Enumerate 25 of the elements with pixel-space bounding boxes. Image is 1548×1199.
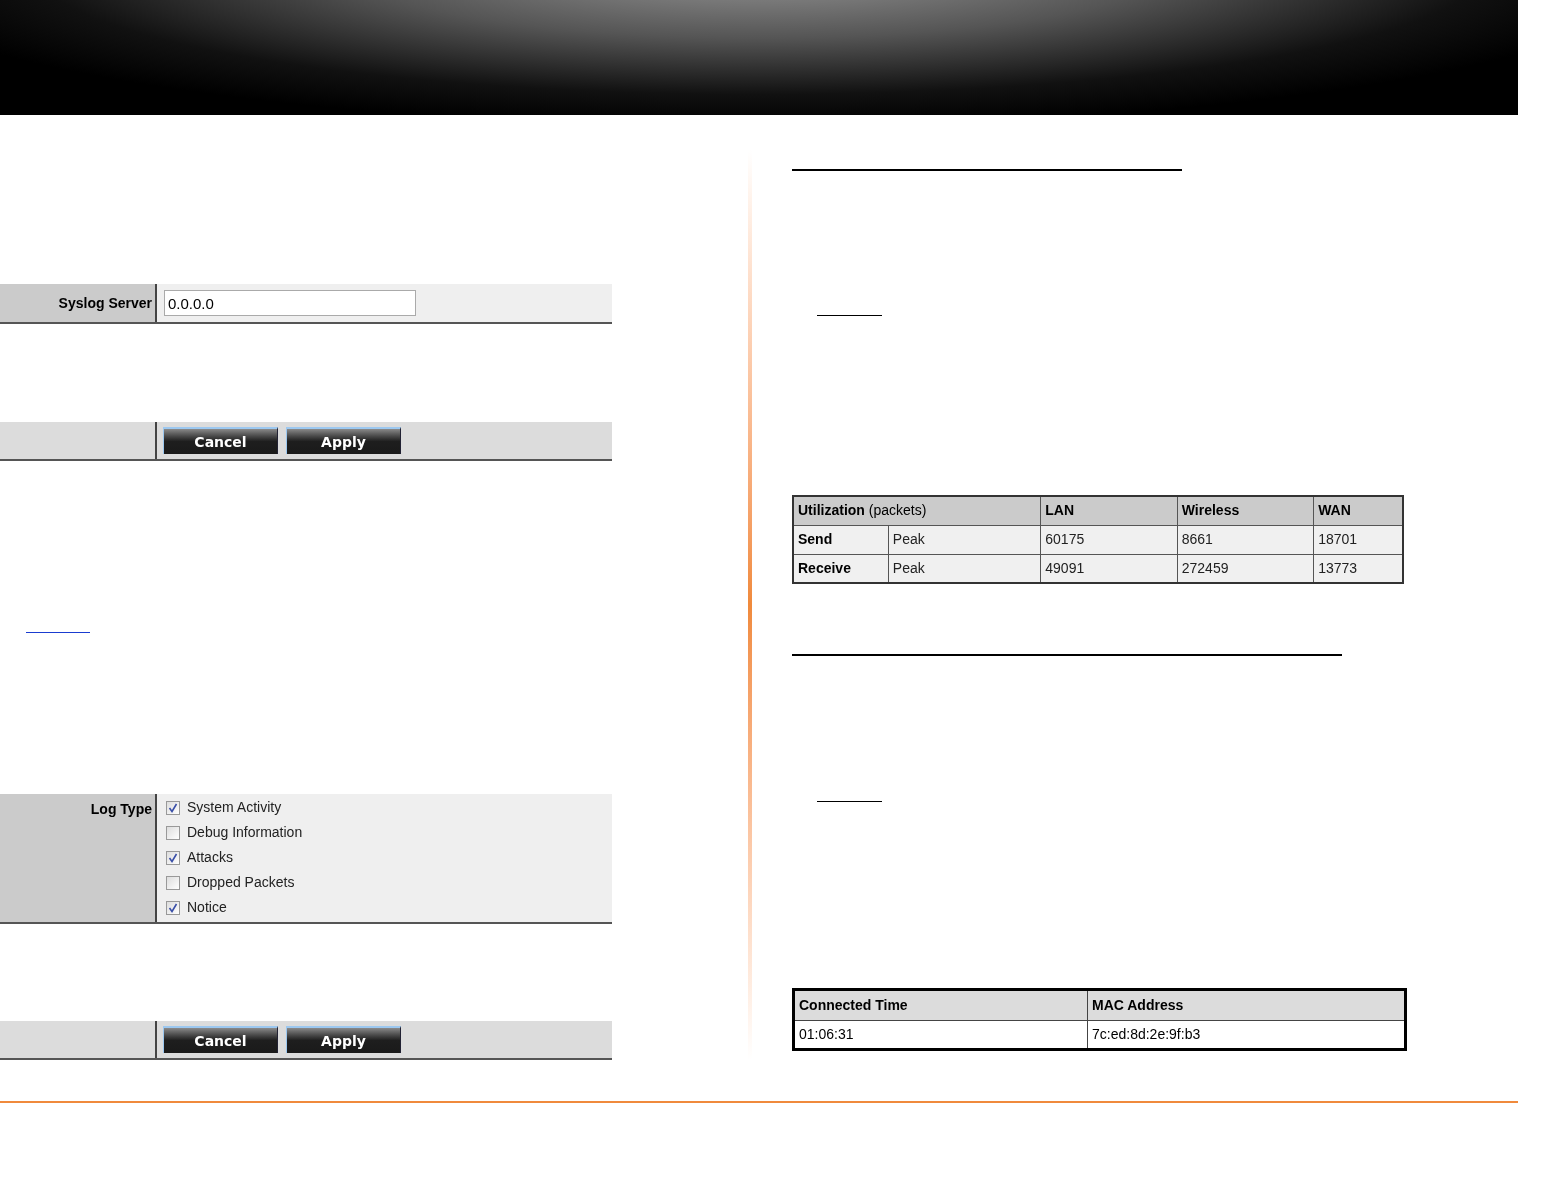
checkbox-label: Debug Information [187, 823, 303, 842]
checkbox-label: Dropped Packets [187, 873, 295, 892]
column-header: Utilization (packets) [793, 496, 1041, 525]
table-cell: 8661 [1177, 525, 1314, 554]
checkbox[interactable] [166, 900, 180, 915]
cancel-button[interactable]: Cancel [163, 427, 278, 454]
checkbox[interactable] [166, 800, 180, 815]
column-header: Connected Time [793, 989, 1088, 1021]
checkbox[interactable] [166, 875, 180, 890]
field-label: Log Type [90, 800, 152, 819]
table-cell: 60175 [1040, 525, 1178, 554]
apply-button[interactable]: Apply [286, 1026, 401, 1053]
row-header: Send [793, 525, 889, 554]
checkbox[interactable] [166, 825, 180, 840]
checkbox-label: System Activity [187, 798, 282, 817]
field-label: Syslog Server [58, 293, 152, 313]
cancel-button[interactable]: Cancel [163, 1026, 278, 1053]
column-header: LAN [1040, 496, 1178, 525]
checkbox-label: Notice [187, 898, 227, 917]
input-field[interactable]: 0.0.0.0 [164, 290, 416, 316]
column-header: Wireless [1177, 496, 1314, 525]
table-cell: Peak [888, 525, 1041, 554]
checkbox-label: Attacks [187, 848, 233, 867]
apply-button[interactable]: Apply [286, 427, 401, 454]
checkbox[interactable] [166, 850, 180, 865]
